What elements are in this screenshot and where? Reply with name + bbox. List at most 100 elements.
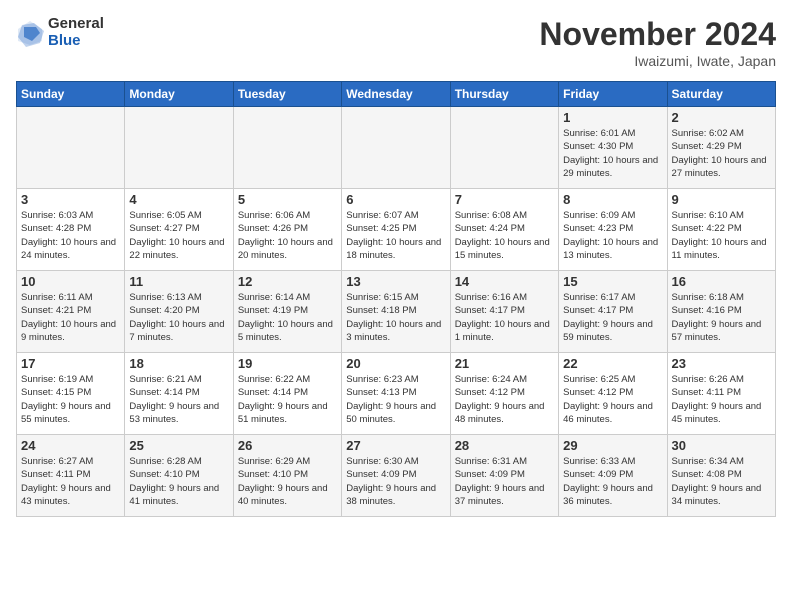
table-row: 30 Sunrise: 6:34 AM Sunset: 4:08 PM Dayli… [667, 435, 775, 517]
table-row [125, 107, 233, 189]
day-info: Sunrise: 6:11 AM Sunset: 4:21 PM Dayligh… [21, 291, 120, 344]
day-number: 4 [129, 192, 228, 207]
table-row: 11 Sunrise: 6:13 AM Sunset: 4:20 PM Dayli… [125, 271, 233, 353]
day-info: Sunrise: 6:01 AM Sunset: 4:30 PM Dayligh… [563, 127, 662, 180]
location-subtitle: Iwaizumi, Iwate, Japan [539, 53, 776, 69]
col-tuesday: Tuesday [233, 82, 341, 107]
table-row: 14Sunrise: 6:16 AM Sunset: 4:17 PM Dayli… [450, 271, 558, 353]
day-info: Sunrise: 6:29 AM Sunset: 4:10 PM Dayligh… [238, 455, 337, 508]
day-info: Sunrise: 6:24 AM Sunset: 4:12 PM Dayligh… [455, 373, 554, 426]
day-number: 3 [21, 192, 120, 207]
day-number: 11 [129, 274, 228, 289]
day-number: 23 [672, 356, 771, 371]
day-info: Sunrise: 6:13 AM Sunset: 4:20 PM Dayligh… [129, 291, 228, 344]
day-number: 5 [238, 192, 337, 207]
day-number: 17 [21, 356, 120, 371]
table-row [450, 107, 558, 189]
day-info: Sunrise: 6:17 AM Sunset: 4:17 PM Dayligh… [563, 291, 662, 344]
table-row: 7Sunrise: 6:08 AM Sunset: 4:24 PM Daylig… [450, 189, 558, 271]
table-row [342, 107, 450, 189]
table-row: 29Sunrise: 6:33 AM Sunset: 4:09 PM Dayli… [559, 435, 667, 517]
calendar-table: Sunday Monday Tuesday Wednesday Thursday… [16, 81, 776, 517]
day-number: 20 [346, 356, 445, 371]
day-number: 25 [129, 438, 228, 453]
month-title: November 2024 [539, 16, 776, 53]
logo-text: General Blue [48, 16, 104, 49]
day-number: 7 [455, 192, 554, 207]
day-number: 2 [672, 110, 771, 125]
day-number: 26 [238, 438, 337, 453]
day-number: 28 [455, 438, 554, 453]
table-row [17, 107, 125, 189]
day-number: 12 [238, 274, 337, 289]
day-info: Sunrise: 6:18 AM Sunset: 4:16 PM Dayligh… [672, 291, 771, 344]
table-row: 23 Sunrise: 6:26 AM Sunset: 4:11 PM Dayli… [667, 353, 775, 435]
table-row: 25Sunrise: 6:28 AM Sunset: 4:10 PM Dayli… [125, 435, 233, 517]
table-row: 13 Sunrise: 6:15 AM Sunset: 4:18 PM Dayli… [342, 271, 450, 353]
header-row: Sunday Monday Tuesday Wednesday Thursday… [17, 82, 776, 107]
day-info: Sunrise: 6:31 AM Sunset: 4:09 PM Dayligh… [455, 455, 554, 508]
day-info: Sunrise: 6:26 AM Sunset: 4:11 PM Dayligh… [672, 373, 771, 426]
day-info: Sunrise: 6:33 AM Sunset: 4:09 PM Dayligh… [563, 455, 662, 508]
day-info: Sunrise: 6:16 AM Sunset: 4:17 PM Dayligh… [455, 291, 554, 344]
calendar-week-5: 24 Sunrise: 6:27 AM Sunset: 4:11 PM Dayli… [17, 435, 776, 517]
day-number: 10 [21, 274, 120, 289]
logo: General Blue [16, 16, 104, 49]
day-number: 21 [455, 356, 554, 371]
table-row: 9 Sunrise: 6:10 AM Sunset: 4:22 PM Daylig… [667, 189, 775, 271]
day-info: Sunrise: 6:30 AM Sunset: 4:09 PM Dayligh… [346, 455, 445, 508]
day-info: Sunrise: 6:09 AM Sunset: 4:23 PM Dayligh… [563, 209, 662, 262]
day-number: 13 [346, 274, 445, 289]
day-number: 19 [238, 356, 337, 371]
day-info: Sunrise: 6:05 AM Sunset: 4:27 PM Dayligh… [129, 209, 228, 262]
day-number: 16 [672, 274, 771, 289]
page-header: General Blue November 2024 Iwaizumi, Iwa… [16, 16, 776, 69]
day-number: 8 [563, 192, 662, 207]
table-row: 17Sunrise: 6:19 AM Sunset: 4:15 PM Dayli… [17, 353, 125, 435]
day-number: 18 [129, 356, 228, 371]
day-info: Sunrise: 6:25 AM Sunset: 4:12 PM Dayligh… [563, 373, 662, 426]
day-number: 22 [563, 356, 662, 371]
col-friday: Friday [559, 82, 667, 107]
day-info: Sunrise: 6:27 AM Sunset: 4:11 PM Dayligh… [21, 455, 120, 508]
calendar-week-1: 1 Sunrise: 6:01 AM Sunset: 4:30 PM Daylig… [17, 107, 776, 189]
day-info: Sunrise: 6:02 AM Sunset: 4:29 PM Dayligh… [672, 127, 771, 180]
title-block: November 2024 Iwaizumi, Iwate, Japan [539, 16, 776, 69]
table-row: 22 Sunrise: 6:25 AM Sunset: 4:12 PM Dayli… [559, 353, 667, 435]
calendar-week-3: 10 Sunrise: 6:11 AM Sunset: 4:21 PM Dayli… [17, 271, 776, 353]
day-info: Sunrise: 6:22 AM Sunset: 4:14 PM Dayligh… [238, 373, 337, 426]
col-monday: Monday [125, 82, 233, 107]
day-info: Sunrise: 6:07 AM Sunset: 4:25 PM Dayligh… [346, 209, 445, 262]
day-number: 27 [346, 438, 445, 453]
day-info: Sunrise: 6:10 AM Sunset: 4:22 PM Dayligh… [672, 209, 771, 262]
table-row: 8 Sunrise: 6:09 AM Sunset: 4:23 PM Daylig… [559, 189, 667, 271]
table-row: 21 Sunrise: 6:24 AM Sunset: 4:12 PM Dayli… [450, 353, 558, 435]
table-row: 24 Sunrise: 6:27 AM Sunset: 4:11 PM Dayli… [17, 435, 125, 517]
table-row: 12 Sunrise: 6:14 AM Sunset: 4:19 PM Dayli… [233, 271, 341, 353]
table-row: 19 Sunrise: 6:22 AM Sunset: 4:14 PM Dayli… [233, 353, 341, 435]
day-number: 30 [672, 438, 771, 453]
col-wednesday: Wednesday [342, 82, 450, 107]
table-row: 5 Sunrise: 6:06 AM Sunset: 4:26 PM Daylig… [233, 189, 341, 271]
day-number: 6 [346, 192, 445, 207]
day-info: Sunrise: 6:14 AM Sunset: 4:19 PM Dayligh… [238, 291, 337, 344]
day-info: Sunrise: 6:06 AM Sunset: 4:26 PM Dayligh… [238, 209, 337, 262]
table-row: 3 Sunrise: 6:03 AM Sunset: 4:28 PM Daylig… [17, 189, 125, 271]
day-info: Sunrise: 6:03 AM Sunset: 4:28 PM Dayligh… [21, 209, 120, 262]
day-number: 1 [563, 110, 662, 125]
day-info: Sunrise: 6:23 AM Sunset: 4:13 PM Dayligh… [346, 373, 445, 426]
day-number: 9 [672, 192, 771, 207]
calendar-week-4: 17Sunrise: 6:19 AM Sunset: 4:15 PM Dayli… [17, 353, 776, 435]
table-row: 15 Sunrise: 6:17 AM Sunset: 4:17 PM Dayli… [559, 271, 667, 353]
day-number: 24 [21, 438, 120, 453]
table-row [233, 107, 341, 189]
day-number: 15 [563, 274, 662, 289]
col-thursday: Thursday [450, 82, 558, 107]
table-row: 16 Sunrise: 6:18 AM Sunset: 4:16 PM Dayli… [667, 271, 775, 353]
calendar-week-2: 3 Sunrise: 6:03 AM Sunset: 4:28 PM Daylig… [17, 189, 776, 271]
day-info: Sunrise: 6:34 AM Sunset: 4:08 PM Dayligh… [672, 455, 771, 508]
logo-icon [16, 19, 44, 47]
table-row: 28 Sunrise: 6:31 AM Sunset: 4:09 PM Dayli… [450, 435, 558, 517]
day-info: Sunrise: 6:15 AM Sunset: 4:18 PM Dayligh… [346, 291, 445, 344]
table-row: 10 Sunrise: 6:11 AM Sunset: 4:21 PM Dayli… [17, 271, 125, 353]
